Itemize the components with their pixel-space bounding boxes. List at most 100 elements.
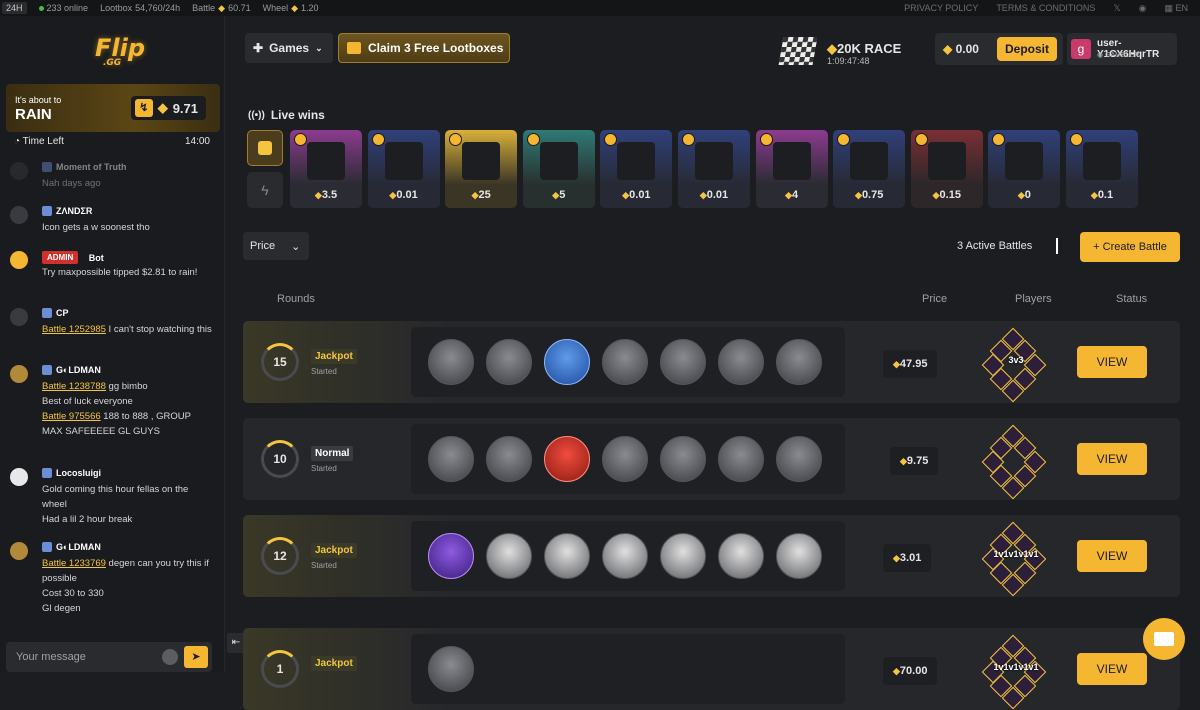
games-dropdown[interactable]: ✚ Games ⌄ bbox=[245, 33, 333, 63]
battle-price: 9.75 bbox=[890, 447, 939, 475]
sort-dropdown[interactable]: Price ⌄ bbox=[243, 232, 309, 260]
claim-label: Claim 3 Free Lootboxes bbox=[368, 41, 504, 55]
chat-username[interactable]: G◐LDMAN bbox=[42, 365, 101, 375]
battle-row[interactable]: 1 Jackpot 70.00 1v1v1v1v1 VIEW bbox=[243, 628, 1180, 710]
item-image bbox=[927, 142, 966, 180]
avatar bbox=[449, 133, 463, 146]
tab-battles[interactable]: ϟ bbox=[247, 172, 283, 208]
live-win-card[interactable]: 0.01 bbox=[678, 130, 750, 208]
chat-username-text: Locosluigi bbox=[56, 468, 101, 478]
tab-lootbox[interactable] bbox=[247, 130, 283, 166]
claim-lootboxes-button[interactable]: Claim 3 Free Lootboxes bbox=[338, 33, 510, 63]
chat-username[interactable]: G◐LDMAN bbox=[42, 542, 101, 552]
battle-status: Started bbox=[311, 464, 337, 473]
level-icon bbox=[42, 308, 52, 318]
lootbox-icon bbox=[258, 141, 272, 155]
column-players: Players bbox=[1015, 293, 1052, 305]
rain-icon: ↯ bbox=[134, 99, 153, 117]
live-win-card[interactable]: 3.5 bbox=[290, 130, 362, 208]
view-battle-button[interactable]: VIEW bbox=[1077, 346, 1147, 378]
live-win-card[interactable]: 0.75 bbox=[833, 130, 906, 208]
case-icon bbox=[602, 533, 648, 579]
avatar[interactable] bbox=[10, 468, 28, 486]
live-win-card[interactable]: 0.15 bbox=[910, 130, 983, 208]
battle-link[interactable]: Battle 1233769 bbox=[42, 558, 106, 569]
case-icon bbox=[544, 533, 590, 579]
chat-username[interactable]: Moment of Truth bbox=[42, 162, 127, 172]
battle-row[interactable]: 10 Normal Started 9.75 VIEW bbox=[243, 418, 1180, 500]
case-icon bbox=[486, 339, 532, 385]
case-icon bbox=[776, 436, 822, 482]
avatar bbox=[294, 133, 307, 146]
view-battle-button[interactable]: VIEW bbox=[1077, 443, 1147, 475]
win-value: 0.1 bbox=[1066, 189, 1138, 201]
live-win-card[interactable]: 0 bbox=[988, 130, 1061, 208]
case-icon bbox=[718, 339, 764, 385]
language-selector[interactable]: ▦ EN bbox=[1164, 3, 1188, 14]
battle-link[interactable]: Battle 975566 bbox=[42, 411, 101, 422]
win-value: 5 bbox=[523, 189, 595, 201]
online-count: 233 online bbox=[38, 3, 88, 13]
case-strip bbox=[411, 634, 845, 704]
win-value: 4 bbox=[756, 189, 828, 201]
live-wins-list: 3.5 0.01 25 5 0.01 0.01 4 0.75 0.15 0 0.1 bbox=[290, 130, 1182, 208]
rounds-counter: 1 bbox=[261, 650, 299, 688]
emoji-icon[interactable] bbox=[162, 649, 178, 665]
chat-text: Battle 1233769 degen can you try this if… bbox=[42, 556, 212, 616]
chat-input[interactable]: Your message ➤ bbox=[6, 642, 212, 672]
rain-amount-value: 9.71 bbox=[172, 100, 198, 116]
range-badge[interactable]: 24H bbox=[2, 2, 27, 14]
x-icon[interactable]: 𝕏 bbox=[1113, 3, 1120, 14]
live-wins-title: ((•)) Live wins bbox=[248, 108, 325, 122]
item-image bbox=[1083, 142, 1121, 180]
view-battle-button[interactable]: VIEW bbox=[1077, 653, 1147, 685]
discord-icon[interactable]: ◉ bbox=[1139, 3, 1147, 14]
battle-value: 60.71 bbox=[228, 3, 251, 13]
lootbox-value: 54,760/24h bbox=[135, 3, 181, 13]
battle-mode-badge: Jackpot bbox=[311, 656, 357, 671]
chest-icon bbox=[347, 42, 361, 54]
flip-logo[interactable]: Flip .GG bbox=[95, 34, 145, 68]
chat-username[interactable]: Locosluigi bbox=[42, 468, 101, 478]
chat-username[interactable]: CP bbox=[42, 308, 69, 318]
chat-username[interactable]: ADMIN Bot bbox=[42, 251, 104, 264]
battle-link[interactable]: Battle 1252985 bbox=[42, 324, 106, 335]
avatar[interactable] bbox=[10, 308, 28, 326]
rain-banner[interactable]: It's about to RAIN ↯ ◆ 9.71 bbox=[6, 84, 220, 132]
deposit-button[interactable]: Deposit bbox=[997, 37, 1057, 61]
live-win-card[interactable]: 4 bbox=[755, 130, 828, 208]
terms-link[interactable]: TERMS & CONDITIONS bbox=[996, 3, 1095, 13]
flag-icon: ▦ bbox=[1164, 2, 1173, 13]
support-chat-button[interactable] bbox=[1143, 618, 1185, 660]
case-icon bbox=[776, 339, 822, 385]
live-win-card[interactable]: 5 bbox=[522, 130, 595, 208]
create-battle-button[interactable]: + Create Battle bbox=[1080, 232, 1180, 262]
battle-row[interactable]: 12 Jackpot Started 3.01 1v1v1v1v1 VIEW bbox=[243, 515, 1180, 597]
live-win-card[interactable]: 0.01 bbox=[600, 130, 673, 208]
avatar bbox=[992, 133, 1006, 146]
privacy-link[interactable]: PRIVACY POLICY bbox=[904, 3, 978, 13]
live-win-card[interactable]: 0.1 bbox=[1066, 130, 1138, 208]
live-win-card[interactable]: 25 bbox=[445, 130, 518, 208]
avatar[interactable] bbox=[10, 206, 28, 224]
case-strip bbox=[411, 327, 845, 397]
live-win-card[interactable]: 0.01 bbox=[367, 130, 440, 208]
battle-price: 47.95 bbox=[883, 350, 938, 378]
avatar[interactable] bbox=[10, 365, 28, 383]
item-image bbox=[539, 142, 578, 180]
battle-row[interactable]: 15 Jackpot Started 47.95 3v3 VIEW bbox=[243, 321, 1180, 403]
avatar bbox=[759, 133, 773, 146]
race-widget[interactable]: ◆20K RACE 1:09:47:48 bbox=[778, 33, 911, 73]
user-menu[interactable]: g user-Y1CX6HqrTR ◉ GAMBLER bbox=[1067, 33, 1177, 65]
avatar[interactable] bbox=[10, 162, 28, 180]
chat-username-text: Bot bbox=[88, 252, 104, 263]
win-value: 0.01 bbox=[678, 189, 750, 201]
battle-mode-badge: Jackpot bbox=[311, 543, 357, 558]
battle-link[interactable]: Battle 1238788 bbox=[42, 381, 106, 392]
chat-text: Icon gets a w soonest tho bbox=[42, 222, 150, 233]
view-battle-button[interactable]: VIEW bbox=[1077, 540, 1147, 572]
avatar[interactable] bbox=[10, 542, 28, 560]
avatar[interactable] bbox=[10, 251, 28, 269]
chat-username[interactable]: ZΛNDΣR bbox=[42, 206, 92, 216]
send-button[interactable]: ➤ bbox=[184, 646, 208, 668]
